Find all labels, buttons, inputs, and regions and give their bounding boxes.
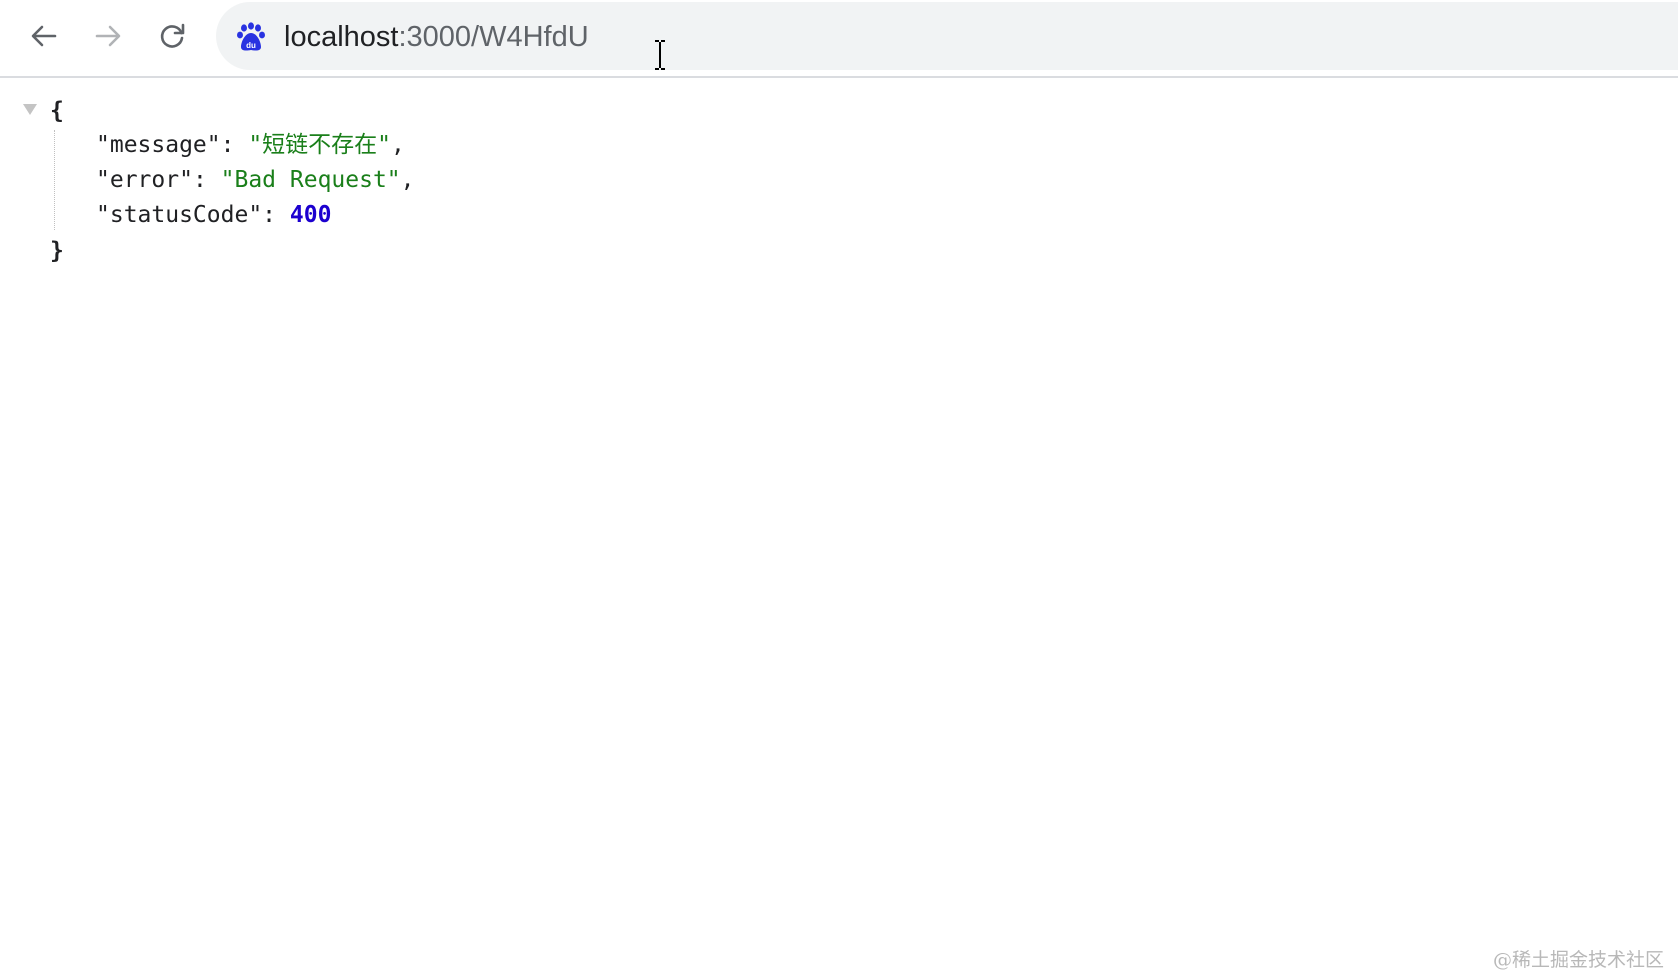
browser-toolbar: du localhost:3000/W4HfdU [0, 0, 1678, 78]
baidu-paw-icon: du [237, 22, 265, 51]
json-separator: : [192, 167, 221, 193]
reload-button[interactable] [152, 16, 192, 56]
svg-text:du: du [246, 41, 256, 50]
json-close-brace: } [50, 238, 64, 264]
json-comma: , [400, 167, 415, 193]
reload-icon [160, 23, 185, 48]
json-key: "error" [96, 167, 193, 193]
json-line-message: "message": "短链不存在", [96, 128, 405, 162]
back-button[interactable] [24, 16, 64, 56]
address-bar[interactable]: du localhost:3000/W4HfdU [216, 2, 1678, 70]
forward-button[interactable] [88, 16, 128, 56]
arrow-left-icon [31, 25, 57, 47]
indent-guide [54, 130, 55, 230]
json-string-value: "Bad Request" [220, 167, 401, 193]
json-number-value: 400 [289, 202, 332, 228]
json-line-error: "error": "Bad Request", [96, 163, 415, 197]
watermark: @稀土掘金技术社区 [1492, 949, 1664, 971]
json-separator: : [262, 202, 290, 228]
json-comma: , [391, 132, 405, 158]
url-host: localhost [284, 21, 399, 53]
url-text[interactable]: localhost:3000/W4HfdU [284, 20, 589, 54]
text-cursor-icon [655, 40, 665, 70]
collapse-triangle-icon[interactable] [22, 102, 38, 116]
json-key: "message" [96, 132, 221, 158]
json-key: "statusCode" [96, 202, 263, 228]
json-separator: : [220, 132, 249, 158]
json-line-statuscode: "statusCode": 400 [96, 198, 331, 232]
url-path: :3000/W4HfdU [398, 21, 589, 53]
arrow-right-icon [95, 25, 121, 47]
json-string-value: "短链不存在" [248, 132, 392, 158]
json-open-brace: { [50, 98, 64, 124]
